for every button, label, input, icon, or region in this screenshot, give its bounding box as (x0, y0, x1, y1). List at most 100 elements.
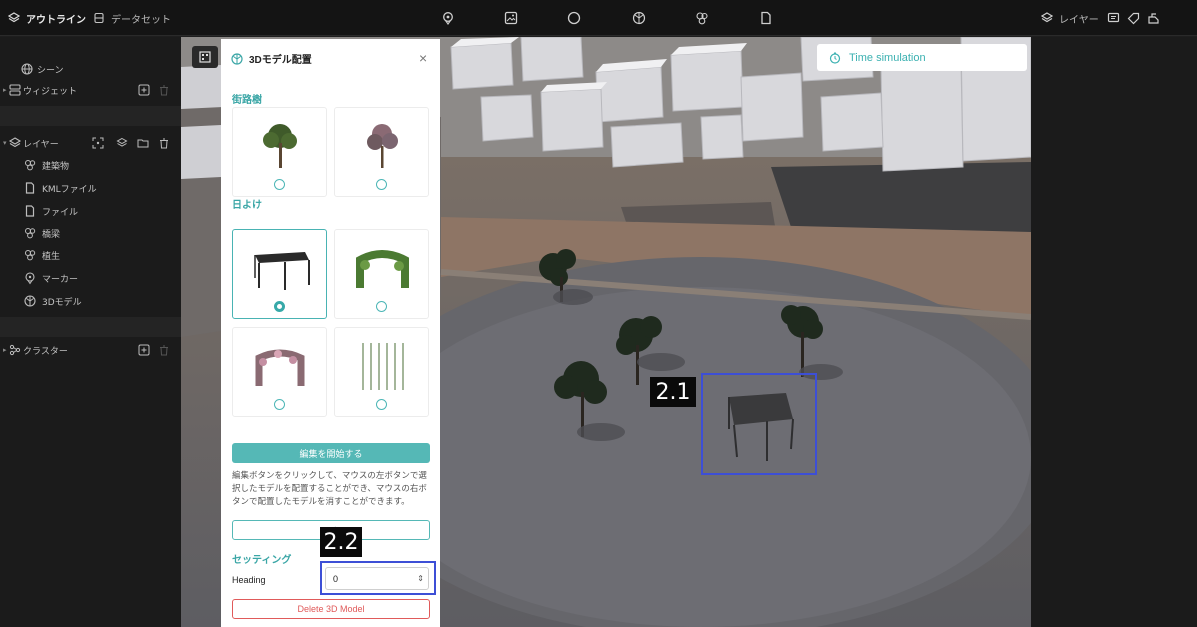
sidebar-item-3dmodel[interactable]: 3Dモデル (0, 289, 181, 313)
file-icon (25, 205, 35, 217)
share-tab-button[interactable] (1144, 9, 1162, 27)
model-card-green-arch[interactable] (334, 229, 429, 319)
comment-tab-button[interactable] (1104, 9, 1122, 27)
settings-label: セッティング (232, 555, 292, 566)
sidebar-item-label: レイヤー (23, 139, 59, 150)
callout-label: 2.2 (320, 527, 362, 557)
right-layer-panel (1031, 37, 1197, 627)
layers-icon (8, 137, 22, 148)
image-icon (504, 11, 518, 25)
focus-icon[interactable] (92, 137, 104, 149)
model-3d-icon (231, 52, 243, 65)
model-radio[interactable] (274, 179, 285, 190)
callout-label: 2.1 (650, 377, 696, 407)
model-3d-icon (24, 295, 36, 307)
circle-tool-button[interactable] (565, 9, 583, 27)
model-card-bamboo-screen[interactable] (334, 327, 429, 417)
building-toggle-button[interactable] (192, 46, 218, 68)
timer-icon (829, 52, 841, 64)
category-shade: 日よけ (232, 200, 262, 211)
model-radio[interactable] (376, 179, 387, 190)
caret-right-icon[interactable]: ▸ (3, 346, 7, 354)
marker-tool-button[interactable] (439, 9, 457, 27)
circle-icon (567, 11, 581, 25)
sidebar-item-label: ファイル (42, 207, 79, 218)
sidebar-item-label: シーン (37, 65, 64, 76)
file-icon (761, 11, 771, 25)
sidebar-item-label: クラスター (23, 346, 68, 357)
cluster-icon (25, 250, 36, 261)
outline-sidebar: シーン ▸ ウィジェット ▾ レイヤー 建築物 KMLファイル ファイル 橋梁 … (0, 37, 181, 627)
tag-tab-button[interactable] (1124, 9, 1142, 27)
building-icon (199, 51, 211, 63)
sidebar-item-label: 3Dモデル (42, 297, 82, 308)
category-street-trees: 街路樹 (232, 95, 262, 106)
comment-icon (1107, 12, 1119, 22)
model-card-tree-1[interactable] (232, 107, 327, 197)
tab-dataset[interactable]: データセット (93, 0, 171, 36)
layers-add-icon[interactable] (116, 137, 128, 149)
panel-title: 3Dモデル配置 (231, 51, 312, 66)
add-icon[interactable] (138, 84, 150, 96)
database-icon (94, 12, 104, 24)
model-card-tree-2[interactable] (334, 107, 429, 197)
sidebar-item-vegetation[interactable]: 植生 (0, 243, 181, 267)
sidebar-item-label: 植生 (42, 251, 61, 262)
model-radio[interactable] (376, 399, 387, 410)
image-tool-button[interactable] (502, 9, 520, 27)
sidebar-item-layer[interactable]: ▾ レイヤー (0, 131, 181, 155)
layers-icon (1041, 12, 1053, 23)
top-toolbar: アウトライン データセット レイヤー (0, 0, 1197, 36)
caret-right-icon[interactable]: ▸ (3, 86, 7, 94)
start-edit-button[interactable]: 編集を開始する (232, 443, 430, 463)
model-radio[interactable] (274, 301, 285, 312)
sidebar-item-marker[interactable]: マーカー (0, 266, 181, 290)
sidebar-item-file[interactable]: ファイル (0, 199, 181, 223)
sidebar-item-building[interactable]: 建築物 (0, 153, 181, 177)
model-3d-tool-button[interactable] (630, 9, 648, 27)
cluster-icon (25, 160, 36, 171)
sidebar-item-widget[interactable]: ▸ ウィジェット (0, 78, 181, 102)
trash-icon[interactable] (158, 137, 170, 149)
tab-outline-label: アウトライン (26, 14, 86, 26)
caret-down-icon[interactable]: ▾ (3, 139, 7, 147)
help-text: 編集ボタンをクリックして、マウスの左ボタンで選択したモデルを配置することができ、… (232, 470, 427, 506)
heading-label: Heading (232, 575, 266, 585)
trash-icon[interactable] (158, 344, 170, 356)
sidebar-item-label: ウィジェット (23, 86, 78, 97)
globe-icon (21, 63, 33, 75)
tab-layer-right[interactable]: レイヤー (1041, 0, 1099, 36)
cluster-tool-button[interactable] (693, 9, 711, 27)
sidebar-divider (0, 317, 181, 337)
sidebar-item-cluster[interactable]: ▸ クラスター (0, 338, 181, 362)
cluster-icon (25, 228, 36, 239)
model-highlight-box (701, 373, 817, 475)
sidebar-item-bridge[interactable]: 橋梁 (0, 221, 181, 245)
model-card-flower-arch[interactable] (232, 327, 327, 417)
file-icon (25, 182, 35, 194)
file-tool-button[interactable] (757, 9, 775, 27)
folder-icon[interactable] (137, 137, 149, 149)
model-card-pergola[interactable] (232, 229, 327, 319)
time-simulation-button[interactable]: Time simulation (817, 44, 1027, 71)
delete-model-button[interactable]: Delete 3D Model (232, 599, 430, 619)
sidebar-item-label: マーカー (42, 274, 79, 285)
app-root: アウトライン データセット レイヤー シーン ▸ ウィジェット ▾ レイヤー 建… (0, 0, 1197, 627)
tab-outline[interactable]: アウトライン (8, 0, 86, 36)
cluster-tree-icon (9, 344, 21, 356)
model-radio[interactable] (376, 301, 387, 312)
widget-icon (9, 84, 21, 96)
trash-icon[interactable] (158, 84, 170, 96)
sidebar-item-label: KMLファイル (42, 184, 97, 195)
share-icon (1147, 12, 1159, 24)
close-icon[interactable]: × (419, 50, 427, 66)
cluster-icon (696, 12, 708, 25)
marker-icon (443, 12, 453, 25)
marker-icon (25, 272, 35, 285)
sidebar-item-kml[interactable]: KMLファイル (0, 176, 181, 200)
add-icon[interactable] (138, 344, 150, 356)
panel-title-text: 3Dモデル配置 (249, 55, 312, 66)
model-radio[interactable] (274, 399, 285, 410)
tab-dataset-label: データセット (111, 14, 171, 26)
heading-highlight-box (320, 561, 436, 595)
